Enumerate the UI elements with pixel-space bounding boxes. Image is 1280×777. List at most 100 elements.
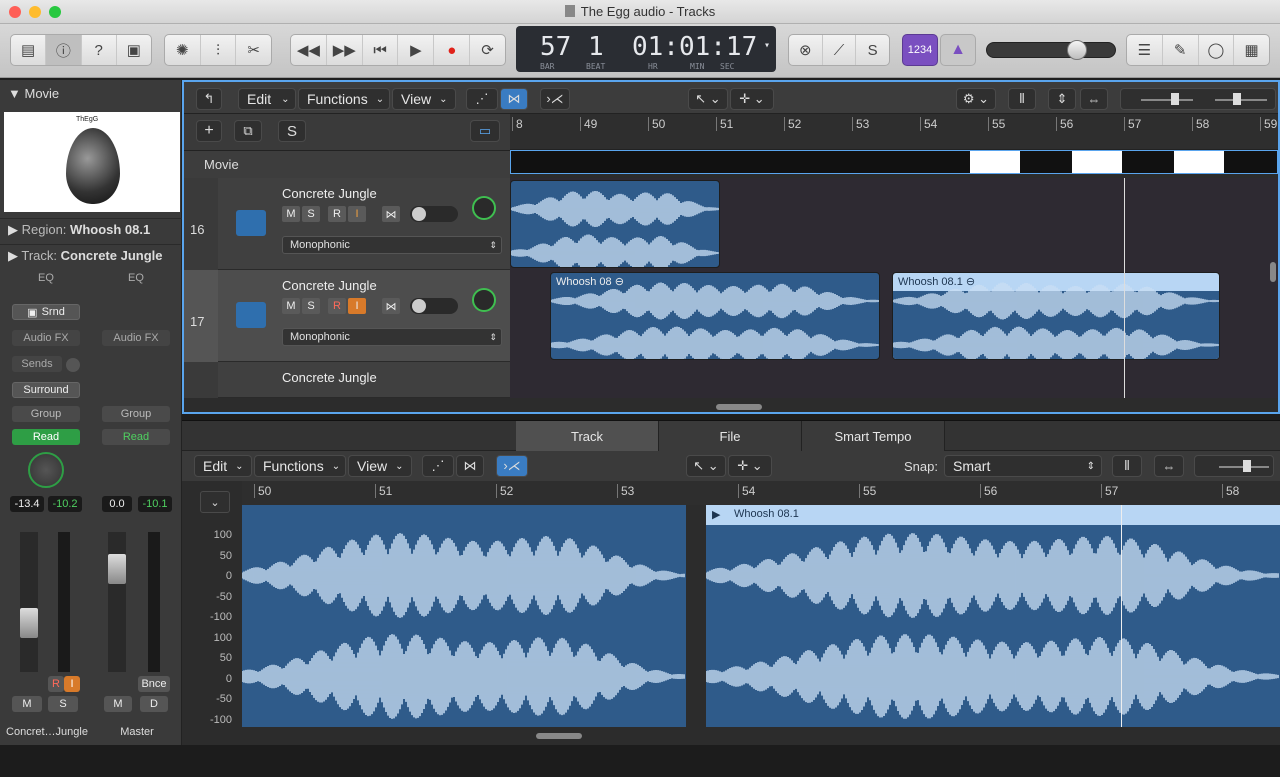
list-editors-icon[interactable]: ☰ [1127, 35, 1163, 65]
region-whoosh-08-1[interactable]: Whoosh 08.1 ⊖ [892, 272, 1220, 360]
editor-waveform-right[interactable] [705, 525, 1280, 727]
left-fader-track[interactable] [20, 532, 38, 672]
right-fader-cap[interactable] [108, 554, 126, 584]
left-surround-panner[interactable] [28, 452, 64, 488]
browsers-icon[interactable]: ▦ [1234, 35, 1269, 65]
dim-button[interactable]: D [140, 696, 168, 712]
marquee-tool-icon[interactable]: ✛ ⌄ [730, 88, 774, 110]
global-solo-button[interactable]: S [278, 120, 306, 142]
editor-view-menu[interactable]: View ⌄ [348, 455, 412, 477]
library-icon[interactable]: ▤ [11, 35, 47, 65]
region-track16[interactable] [510, 180, 720, 268]
editor-marquee-tool-icon[interactable]: ✛ ⌄ [728, 455, 772, 477]
left-volume-value[interactable]: -13.4 [10, 496, 44, 512]
right-audiofx-button[interactable]: Audio FX [102, 330, 170, 346]
left-srnd-button[interactable]: ▣ Srnd [12, 304, 80, 320]
fast-forward-icon[interactable]: ▶▶ [327, 35, 363, 65]
left-surround-button[interactable]: Surround [12, 382, 80, 398]
editor-edit-menu[interactable]: Edit ⌄ [194, 455, 252, 477]
editor-waveform-left[interactable] [241, 525, 686, 727]
right-fader-track[interactable] [108, 532, 126, 672]
left-input-monitor[interactable]: I [64, 676, 80, 692]
left-mute-button[interactable]: M [12, 696, 42, 712]
record-enable-button[interactable]: R [328, 298, 346, 314]
movie-disclosure[interactable]: ▼ Movie [0, 86, 182, 101]
editor-pointer-tool-icon[interactable]: ↖ ⌄ [686, 455, 726, 477]
volume-slider[interactable] [410, 298, 458, 314]
editor-region-bar-left[interactable] [242, 505, 686, 525]
editor-playhead[interactable] [1121, 505, 1122, 727]
notepad-icon[interactable]: ✎ [1163, 35, 1199, 65]
left-fader-cap[interactable] [20, 608, 38, 638]
play-icon[interactable]: ▶ [398, 35, 435, 65]
horizontal-zoom-slider[interactable] [1215, 99, 1267, 101]
right-group-button[interactable]: Group [102, 406, 170, 422]
zoom-sliders[interactable] [1120, 88, 1276, 110]
count-in-button[interactable]: 1234 [902, 34, 938, 66]
smart-controls-icon[interactable]: ✺ [165, 35, 201, 65]
editor-zoom-knob[interactable] [1243, 460, 1251, 472]
editor-ruler[interactable]: 50 51 52 53 54 55 56 57 58 [242, 481, 1280, 505]
left-audiofx-button[interactable]: Audio FX [12, 330, 80, 346]
vertical-zoom-slider[interactable] [1141, 99, 1193, 101]
mixer-icon[interactable]: ⫶ [201, 35, 237, 65]
loop-browser-icon[interactable]: ◯ [1199, 35, 1235, 65]
mute-button[interactable]: M [282, 298, 300, 314]
solo-button[interactable]: S [302, 206, 320, 222]
track-name[interactable]: Concrete Jungle [282, 278, 377, 293]
track-row-18[interactable]: Concrete Jungle [218, 362, 510, 398]
editor-fit-icon[interactable]: ⇔ [1154, 455, 1184, 477]
flex-icon[interactable]: ⋈ [500, 88, 528, 110]
channel-mode-select[interactable]: Monophonic ⇕ [282, 328, 502, 346]
add-track-button[interactable]: + [196, 120, 222, 142]
track-disclosure[interactable]: ▶ Track: Concrete Jungle [0, 244, 182, 266]
channel-mode-select[interactable]: Monophonic ⇕ [282, 236, 502, 254]
tab-track[interactable]: Track [516, 421, 659, 451]
tracks-functions-menu[interactable]: Functions ⌄ [298, 88, 390, 110]
solo-icon[interactable]: S [856, 35, 889, 65]
editor-flex-icon[interactable]: ⋈ [456, 455, 484, 477]
track-row-17[interactable]: Concrete Jungle M S R I ⋈ Monophonic ⇕ [218, 270, 510, 362]
tracks-edit-menu[interactable]: Edit ⌄ [238, 88, 296, 110]
vertical-scrollbar[interactable] [1270, 262, 1276, 282]
help-icon[interactable]: ? [82, 35, 117, 65]
horizontal-scrollbar[interactable] [716, 404, 762, 410]
play-region-icon[interactable]: ▶ [712, 508, 720, 521]
movie-track-header[interactable]: Movie [184, 150, 510, 178]
left-solo-button[interactable]: S [48, 696, 78, 712]
go-to-start-icon[interactable]: ⏮ [363, 35, 399, 65]
editor-collapse-icon[interactable]: ⌄ [200, 491, 230, 513]
catch-icon[interactable]: ›⋌ [540, 88, 570, 110]
left-automation-read[interactable]: Read [12, 429, 80, 445]
volume-knob[interactable] [1067, 40, 1087, 60]
tracks-view-menu[interactable]: View ⌄ [392, 88, 456, 110]
right-mute-button[interactable]: M [104, 696, 132, 712]
left-sends-button[interactable]: Sends [12, 356, 62, 372]
lcd-dropdown-icon[interactable]: ▾ [764, 40, 770, 51]
editor-zoom-slider[interactable] [1194, 455, 1274, 477]
region-whoosh-08[interactable]: Whoosh 08 ⊖ [550, 272, 880, 360]
track-name[interactable]: Concrete Jungle [282, 370, 377, 385]
vertical-zoom-knob[interactable] [1171, 93, 1179, 105]
tab-smart-tempo[interactable]: Smart Tempo [802, 421, 945, 451]
editor-catch-icon[interactable]: ›⋌ [496, 455, 528, 477]
fit-vertical-icon[interactable]: ⇕ [1048, 88, 1076, 110]
left-group-button[interactable]: Group [12, 406, 80, 422]
automation-icon[interactable]: ⋰ [466, 88, 498, 110]
record-icon[interactable]: ● [434, 35, 471, 65]
mute-button[interactable]: M [282, 206, 300, 222]
fit-horizontal-icon[interactable]: ⇔ [1080, 88, 1108, 110]
tab-file[interactable]: File [659, 421, 802, 451]
sends-knob[interactable] [66, 358, 80, 372]
scissors-icon[interactable]: ✂ [236, 35, 271, 65]
input-monitor-button[interactable]: I [348, 206, 366, 222]
settings-gear-icon[interactable]: ⚙ ⌄ [956, 88, 996, 110]
horizontal-zoom-knob[interactable] [1233, 93, 1241, 105]
pan-knob[interactable] [472, 288, 496, 312]
duplicate-track-icon[interactable]: ⧉ [234, 120, 262, 142]
inspector-icon[interactable]: ⓘ [46, 35, 82, 65]
bounce-button[interactable]: Bnce [138, 676, 170, 692]
replace-icon[interactable]: ⊗ [789, 35, 823, 65]
volume-slider[interactable] [410, 206, 458, 222]
track-name[interactable]: Concrete Jungle [282, 186, 377, 201]
